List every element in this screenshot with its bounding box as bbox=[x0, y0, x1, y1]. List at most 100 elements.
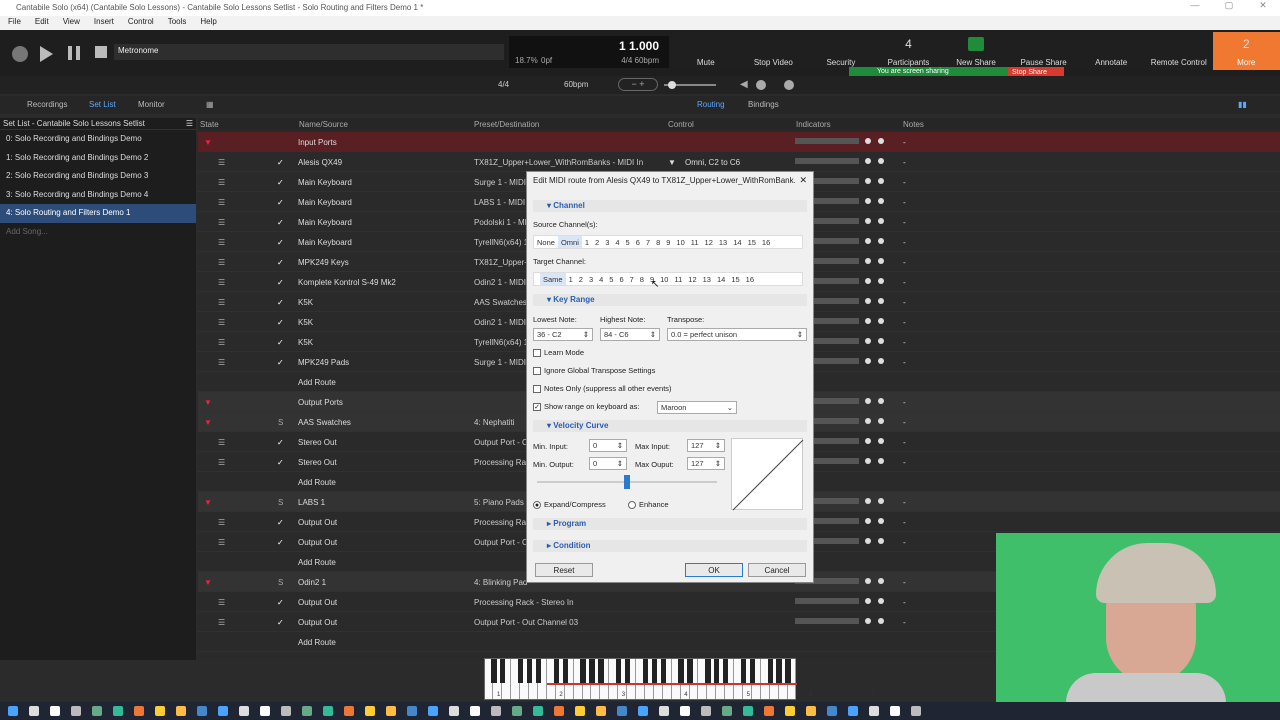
transpose-field[interactable]: 0.0 = perfect unison ⇕ bbox=[667, 328, 807, 341]
app-icon[interactable] bbox=[302, 706, 312, 716]
zoom-participants-button[interactable]: 4 Participants bbox=[875, 32, 943, 70]
key-range-section[interactable]: ▾ Key Range bbox=[533, 294, 807, 306]
channel-option[interactable]: 6 bbox=[633, 236, 643, 248]
check-icon[interactable]: ✓ bbox=[277, 258, 284, 267]
spinner-icon[interactable]: ⇕ bbox=[583, 330, 589, 339]
check-icon[interactable]: ✓ bbox=[277, 538, 284, 547]
route-source[interactable]: Output Out bbox=[298, 598, 337, 607]
app-icon[interactable] bbox=[491, 706, 501, 716]
ok-button[interactable]: OK bbox=[685, 563, 743, 577]
column-indicators[interactable]: Indicators bbox=[796, 120, 831, 129]
song-item[interactable]: 2: Solo Recording and Bindings Demo 3 bbox=[0, 167, 196, 186]
drag-handle-icon[interactable]: ☰ bbox=[218, 438, 225, 447]
reset-button[interactable]: Reset bbox=[535, 563, 593, 577]
close-icon[interactable]: ✕ bbox=[1246, 0, 1280, 16]
app-icon[interactable] bbox=[722, 706, 732, 716]
check-icon[interactable]: ✓ bbox=[277, 358, 284, 367]
channel-option[interactable]: 7 bbox=[627, 273, 637, 285]
song-item[interactable]: 3: Solo Recording and Bindings Demo 4 bbox=[0, 186, 196, 205]
cancel-button[interactable]: Cancel bbox=[748, 563, 806, 577]
route-destination[interactable]: Output Port - O bbox=[474, 538, 528, 547]
route-destination[interactable]: Surge 1 - MIDI bbox=[474, 358, 526, 367]
check-icon[interactable]: ✓ bbox=[277, 518, 284, 527]
route-destination[interactable]: 5: Piano Pads L bbox=[474, 498, 530, 507]
app-icon[interactable] bbox=[407, 706, 417, 716]
route-source[interactable]: Output Out bbox=[298, 518, 337, 527]
app-icon[interactable] bbox=[785, 706, 795, 716]
tab-set-list[interactable]: Set List bbox=[89, 100, 116, 109]
route-destination[interactable]: Processing Rack - Stereo In bbox=[474, 598, 574, 607]
highest-note-field[interactable]: 84 - C6 ⇕ bbox=[600, 328, 660, 341]
route-destination[interactable]: Podolski 1 - MI bbox=[474, 218, 527, 227]
condition-section[interactable]: ▸ Condition bbox=[533, 540, 807, 552]
taskview-icon[interactable] bbox=[71, 706, 81, 716]
drag-handle-icon[interactable]: ☰ bbox=[218, 178, 225, 187]
channel-option[interactable]: 15 bbox=[745, 236, 759, 248]
channel-option[interactable]: 7 bbox=[643, 236, 653, 248]
app-icon[interactable] bbox=[218, 706, 228, 716]
minimize-icon[interactable]: — bbox=[1178, 0, 1212, 16]
check-icon[interactable]: ✓ bbox=[277, 218, 284, 227]
channel-option[interactable]: 11 bbox=[688, 236, 702, 248]
zoom-security-button[interactable]: Security bbox=[807, 32, 875, 70]
song-item[interactable]: 0: Solo Recording and Bindings Demo bbox=[0, 130, 196, 149]
menu-icon[interactable]: ☰ bbox=[186, 119, 193, 128]
app-icon[interactable] bbox=[470, 706, 480, 716]
drag-handle-icon[interactable]: ☰ bbox=[218, 538, 225, 547]
channel-option[interactable]: 1 bbox=[566, 273, 576, 285]
range-color-select[interactable]: Maroon ⌄ bbox=[657, 401, 737, 414]
app-icon[interactable] bbox=[596, 706, 606, 716]
edge-icon[interactable] bbox=[113, 706, 123, 716]
channel-option[interactable]: 2 bbox=[592, 236, 602, 248]
check-icon[interactable]: ✓ bbox=[277, 158, 284, 167]
zoom-remote-control-button[interactable]: Remote Control bbox=[1145, 32, 1213, 70]
channel-option[interactable]: 16 bbox=[759, 236, 773, 248]
app-icon[interactable] bbox=[701, 706, 711, 716]
drag-handle-icon[interactable]: ☰ bbox=[218, 318, 225, 327]
menu-view[interactable]: View bbox=[63, 17, 80, 29]
drag-handle-icon[interactable]: ☰ bbox=[218, 518, 225, 527]
route-source[interactable]: Odin2 1 bbox=[298, 578, 326, 587]
close-icon[interactable]: ✕ bbox=[799, 175, 807, 186]
route-source[interactable]: MPK249 Keys bbox=[298, 258, 349, 267]
check-icon[interactable]: ✓ bbox=[277, 198, 284, 207]
route-source[interactable]: Stereo Out bbox=[298, 438, 337, 447]
check-icon[interactable]: ✓ bbox=[277, 338, 284, 347]
route-source[interactable]: K5K bbox=[298, 298, 313, 307]
channel-option[interactable]: 11 bbox=[671, 273, 685, 285]
enhance-radio[interactable]: Enhance bbox=[628, 500, 669, 512]
route-source[interactable]: Add Route bbox=[298, 478, 336, 487]
panel-toggle-icon[interactable]: ▮▮ bbox=[1238, 100, 1247, 109]
column-preset-destination[interactable]: Preset/Destination bbox=[474, 120, 539, 129]
menu-control[interactable]: Control bbox=[128, 17, 154, 29]
route-destination[interactable]: AAS Swatches bbox=[474, 298, 527, 307]
route-destination[interactable]: TX81Z_Upper+Lower_WithRomBanks - MIDI In bbox=[474, 158, 643, 167]
route-source[interactable]: Alesis QX49 bbox=[298, 158, 342, 167]
tap-dot-icon[interactable] bbox=[756, 80, 766, 90]
max-input-field[interactable]: 127 ⇕ bbox=[687, 439, 725, 452]
route-destination[interactable]: Odin2 1 - MIDI bbox=[474, 278, 526, 287]
app-icon[interactable] bbox=[386, 706, 396, 716]
channel-option[interactable]: 13 bbox=[700, 273, 714, 285]
checkbox-icon[interactable] bbox=[533, 385, 541, 394]
drag-handle-icon[interactable]: ☰ bbox=[218, 158, 225, 167]
column-state[interactable]: State bbox=[200, 120, 219, 129]
check-icon[interactable]: ✓ bbox=[277, 318, 284, 327]
drag-handle-icon[interactable]: ☰ bbox=[218, 358, 225, 367]
app-icon[interactable] bbox=[344, 706, 354, 716]
firefox-icon[interactable] bbox=[134, 706, 144, 716]
spinner-icon[interactable]: ⇕ bbox=[715, 459, 721, 468]
channel-option[interactable]: 5 bbox=[606, 273, 616, 285]
folder-icon[interactable] bbox=[176, 706, 186, 716]
app-icon[interactable] bbox=[680, 706, 690, 716]
app-icon[interactable] bbox=[848, 706, 858, 716]
spinner-icon[interactable]: ⇕ bbox=[650, 330, 656, 339]
drag-handle-icon[interactable]: ☰ bbox=[218, 258, 225, 267]
velocity-section[interactable]: ▾ Velocity Curve bbox=[533, 420, 807, 432]
column-notes[interactable]: Notes bbox=[903, 120, 924, 129]
route-source[interactable]: Main Keyboard bbox=[298, 218, 352, 227]
channel-option[interactable]: 2 bbox=[576, 273, 586, 285]
lowest-note-field[interactable]: 36 - C2 ⇕ bbox=[533, 328, 593, 341]
drag-handle-icon[interactable]: ☰ bbox=[218, 238, 225, 247]
check-icon[interactable]: ✓ bbox=[277, 238, 284, 247]
